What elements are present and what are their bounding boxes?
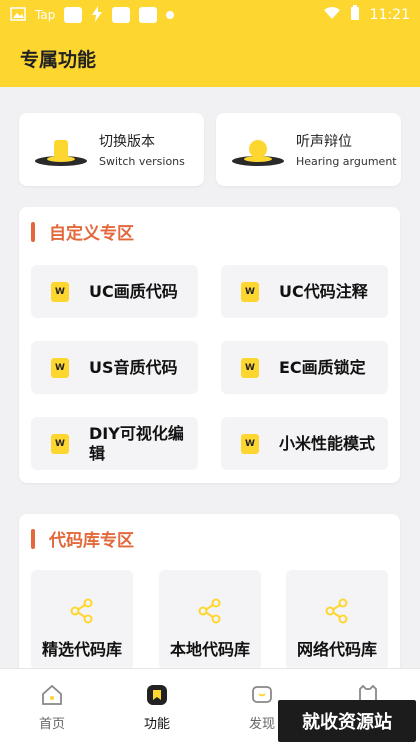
carrier-text: Tap: [35, 8, 56, 22]
dot-icon: [166, 11, 175, 19]
network-library-button[interactable]: 网络代码库: [286, 570, 388, 670]
feature-label: DIY可视化编辑: [89, 423, 184, 463]
us-audio-code-button[interactable]: W US音质代码: [31, 341, 198, 394]
library-label: 精选代码库: [41, 640, 122, 659]
section-title: 自定义专区: [31, 219, 134, 244]
feature-label: EC画质锁定: [279, 357, 366, 377]
ec-quality-lock-button[interactable]: W EC画质锁定: [221, 341, 388, 394]
notification-icon: [139, 7, 158, 23]
home-icon: [42, 684, 62, 705]
feature-label: UC画质代码: [89, 281, 178, 301]
tab-features[interactable]: 功能: [127, 683, 187, 732]
pedestal-icon: [35, 130, 87, 170]
feature-label: UC代码注释: [279, 281, 368, 301]
share-icon: [70, 598, 93, 624]
page-title: 专属功能: [20, 49, 97, 71]
notification-icon: [112, 7, 131, 23]
image-icon: [10, 6, 26, 24]
status-bar: Tap 11:21: [0, 0, 420, 30]
battery-icon: [350, 5, 360, 25]
featured-library-button[interactable]: 精选代码库: [31, 570, 133, 670]
share-icon: [325, 598, 348, 624]
tab-label: 功能: [143, 717, 170, 732]
custom-section: 自定义专区 W UC画质代码 W UC代码注释 W US音质代码 W EC画质锁…: [19, 207, 400, 483]
local-library-button[interactable]: 本地代码库: [159, 570, 261, 670]
tab-home[interactable]: 首页: [22, 683, 82, 732]
card-subtitle: Hearing argument: [296, 155, 397, 168]
watermark-banner: 就收资源站: [278, 700, 416, 742]
hearing-argument-card[interactable]: 听声辩位 Hearing argument: [216, 113, 401, 186]
feature-label: 小米性能模式: [279, 433, 376, 453]
library-label: 网络代码库: [296, 640, 377, 659]
w-icon: W: [241, 281, 259, 302]
xiaomi-performance-button[interactable]: W 小米性能模式: [221, 417, 388, 470]
pedestal-icon: [232, 130, 284, 170]
status-time: 11:21: [369, 7, 410, 23]
w-icon: W: [241, 357, 259, 378]
wifi-icon: [323, 7, 340, 23]
card-title: 听声辩位: [296, 134, 352, 150]
share-icon: [198, 598, 221, 624]
section-title-bar: [31, 221, 35, 242]
feature-label: US音质代码: [89, 357, 178, 377]
section-title-bar: [31, 528, 35, 549]
discover-icon: [252, 686, 272, 703]
notification-icon: [64, 7, 83, 23]
uc-code-comment-button[interactable]: W UC代码注释: [221, 265, 388, 318]
w-icon: W: [51, 357, 69, 378]
section-title-text: 自定义专区: [49, 224, 134, 244]
features-icon: [147, 685, 167, 705]
library-section: 代码库专区 精选代码库 本地代码库 网络代码库: [19, 514, 400, 674]
card-subtitle: Switch versions: [99, 155, 185, 168]
page-header: 专属功能: [0, 30, 420, 87]
section-title: 代码库专区: [31, 526, 134, 551]
tab-label: 首页: [38, 717, 65, 732]
library-label: 本地代码库: [169, 640, 250, 659]
bolt-icon: [91, 5, 103, 25]
w-icon: W: [241, 433, 259, 454]
uc-quality-code-button[interactable]: W UC画质代码: [31, 265, 198, 318]
switch-versions-card[interactable]: 切换版本 Switch versions: [19, 113, 204, 186]
w-icon: W: [51, 433, 69, 454]
w-icon: W: [51, 281, 69, 302]
card-title: 切换版本: [99, 134, 155, 150]
diy-visual-edit-button[interactable]: W DIY可视化编辑: [31, 417, 198, 470]
section-title-text: 代码库专区: [49, 531, 134, 551]
tab-label: 发现: [248, 717, 275, 732]
